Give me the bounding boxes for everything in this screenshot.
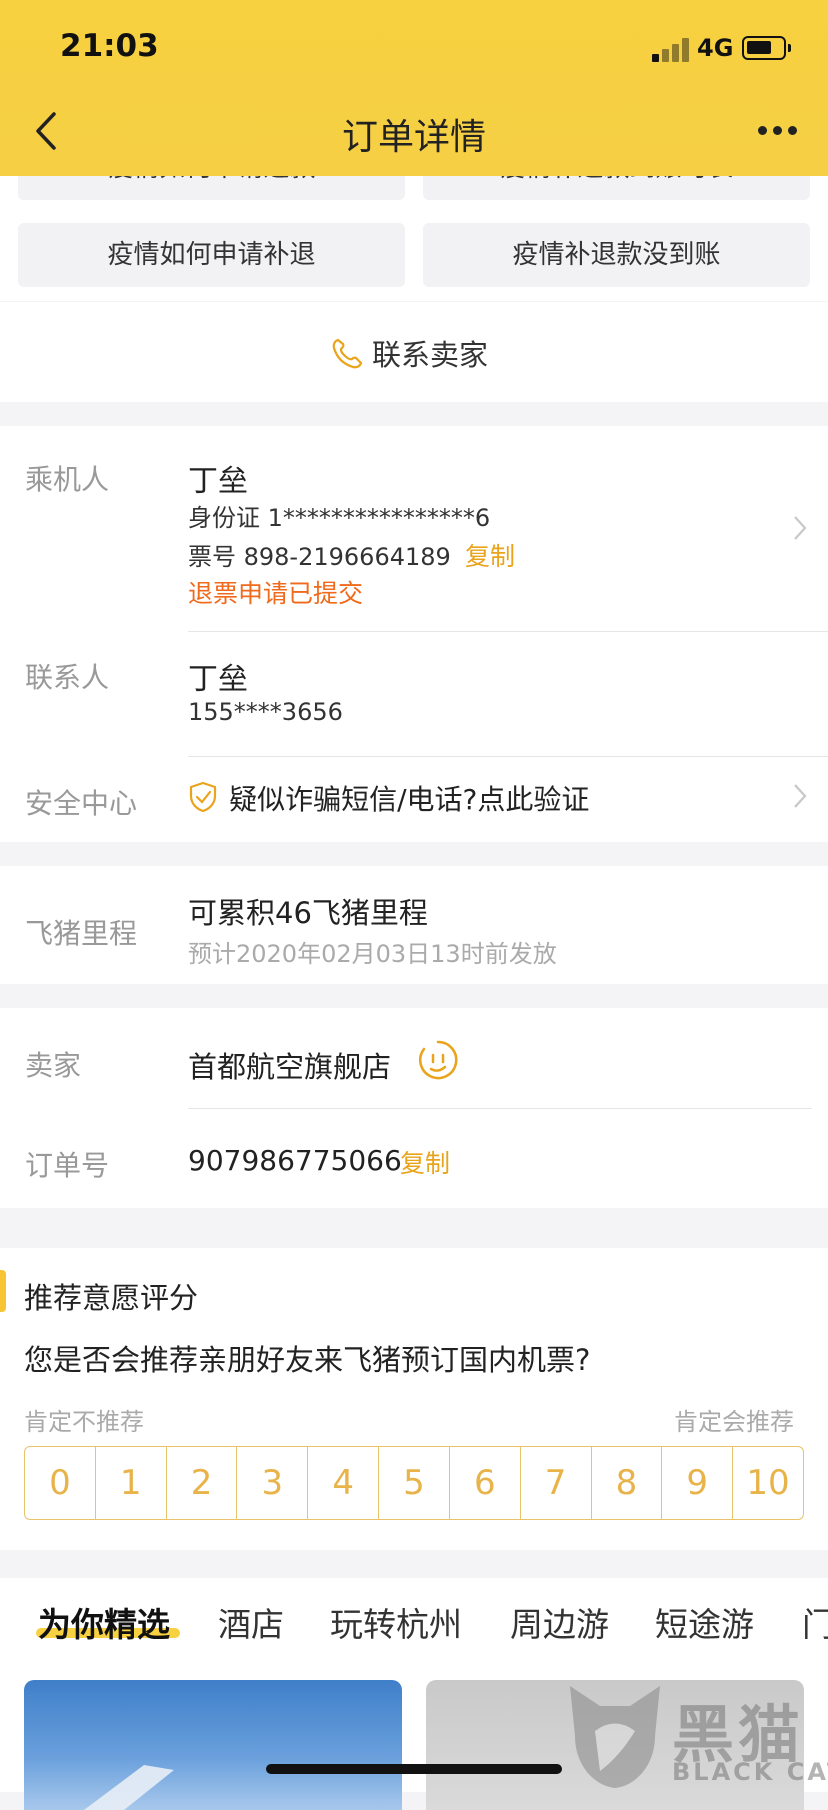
passenger-card: 乘机人 丁垒 身份证 1****************6 票号 898-219… xyxy=(0,426,828,842)
mileage-text: 可累积46飞猪里程 xyxy=(188,896,428,930)
phone-icon xyxy=(332,338,363,369)
contact-person-name: 丁垒 xyxy=(188,662,248,697)
divider xyxy=(188,756,828,757)
status-time: 21:03 xyxy=(60,28,159,64)
score-option[interactable]: 1 xyxy=(96,1447,167,1519)
recommend-card-image[interactable] xyxy=(24,1680,402,1810)
rating-scale: 0 1 2 3 4 5 6 7 8 9 10 xyxy=(24,1446,804,1520)
faq-button[interactable]: 疫情补退款没到账 xyxy=(423,223,810,287)
page-title: 订单详情 xyxy=(341,117,486,158)
rating-title: 推荐意愿评分 xyxy=(24,1281,199,1315)
header: 21:03 4G 订单详情 xyxy=(0,0,828,176)
seller-name: 首都航空旗舰店 xyxy=(188,1050,392,1084)
passenger-label: 乘机人 xyxy=(25,463,110,496)
security-verify-link[interactable]: 疑似诈骗短信/电话?点此验证 xyxy=(188,778,589,818)
order-number: 907986775066 xyxy=(188,1144,402,1177)
chat-seller-icon[interactable] xyxy=(416,1038,460,1086)
watermark-text: BLACK CAT xyxy=(672,1758,828,1786)
ticket-number: 票号 898-2196664189 xyxy=(188,543,451,571)
contact-seller-button[interactable]: 联系卖家 xyxy=(330,332,488,374)
copy-order-button[interactable]: 复制 xyxy=(400,1144,450,1180)
score-option[interactable]: 2 xyxy=(167,1447,238,1519)
refund-status: 退票申请已提交 xyxy=(188,579,364,608)
signal-icon xyxy=(652,38,692,62)
tab-hangzhou[interactable]: 玩转杭州 xyxy=(330,1598,462,1646)
divider xyxy=(188,631,828,632)
passenger-id-card: 身份证 1****************6 xyxy=(188,504,491,532)
score-option[interactable]: 9 xyxy=(662,1447,734,1519)
rating-high-label: 肯定会推荐 xyxy=(674,1408,794,1436)
faq-section: 疫情如何申请退款 疫情补退款到账时长 疫情如何申请补退 疫情补退款没到账 xyxy=(0,136,828,301)
chevron-right-icon[interactable] xyxy=(792,782,808,810)
contact-seller-row: 联系卖家 xyxy=(0,302,828,402)
score-option[interactable]: 0 xyxy=(25,1447,96,1519)
score-option[interactable]: 8 xyxy=(592,1447,663,1519)
tab-tickets[interactable]: 门 xyxy=(802,1598,828,1646)
mileage-note: 预计2020年02月03日13时前发放 xyxy=(188,940,557,968)
order-label: 订单号 xyxy=(25,1149,110,1182)
contact-seller-label: 联系卖家 xyxy=(372,338,489,372)
battery-icon xyxy=(742,36,791,60)
tab-hotel[interactable]: 酒店 xyxy=(218,1598,284,1646)
tab-short-trip[interactable]: 短途游 xyxy=(655,1598,754,1646)
score-option[interactable]: 10 xyxy=(733,1447,803,1519)
tab-featured[interactable]: 为你精选 xyxy=(38,1598,170,1646)
shield-check-icon xyxy=(189,781,217,813)
airplane-photo xyxy=(84,1765,174,1810)
score-option[interactable]: 6 xyxy=(450,1447,521,1519)
score-option[interactable]: 5 xyxy=(379,1447,450,1519)
watermark-logo: 黑猫 BLACK CAT xyxy=(560,1676,828,1792)
contact-person-phone: 155****3656 xyxy=(188,698,343,726)
score-option[interactable]: 4 xyxy=(308,1447,380,1519)
chevron-right-icon[interactable] xyxy=(792,514,808,542)
home-indicator xyxy=(266,1764,562,1774)
rating-low-label: 肯定不推荐 xyxy=(24,1408,144,1436)
section-accent-bar xyxy=(0,1270,6,1312)
network-type: 4G xyxy=(697,34,734,62)
passenger-name: 丁垒 xyxy=(188,464,248,499)
score-option[interactable]: 3 xyxy=(237,1447,309,1519)
security-text: 疑似诈骗短信/电话?点此验证 xyxy=(229,783,590,816)
seller-card: 卖家 首都航空旗舰店 订单号 907986775066 复制 xyxy=(0,1008,828,1208)
mileage-card: 飞猪里程 可累积46飞猪里程 预计2020年02月03日13时前发放 xyxy=(0,866,828,984)
contact-person-label: 联系人 xyxy=(25,661,110,694)
rating-question: 您是否会推荐亲朋好友来飞猪预订国内机票? xyxy=(24,1343,591,1377)
copy-ticket-button[interactable]: 复制 xyxy=(465,537,515,573)
security-label: 安全中心 xyxy=(25,787,138,820)
tab-nearby[interactable]: 周边游 xyxy=(510,1598,609,1646)
seller-label: 卖家 xyxy=(25,1049,82,1082)
mileage-label: 飞猪里程 xyxy=(25,917,138,950)
score-option[interactable]: 7 xyxy=(521,1447,592,1519)
faq-button[interactable]: 疫情如何申请补退 xyxy=(18,223,405,287)
divider xyxy=(188,1108,812,1109)
more-menu-button[interactable] xyxy=(758,126,800,138)
